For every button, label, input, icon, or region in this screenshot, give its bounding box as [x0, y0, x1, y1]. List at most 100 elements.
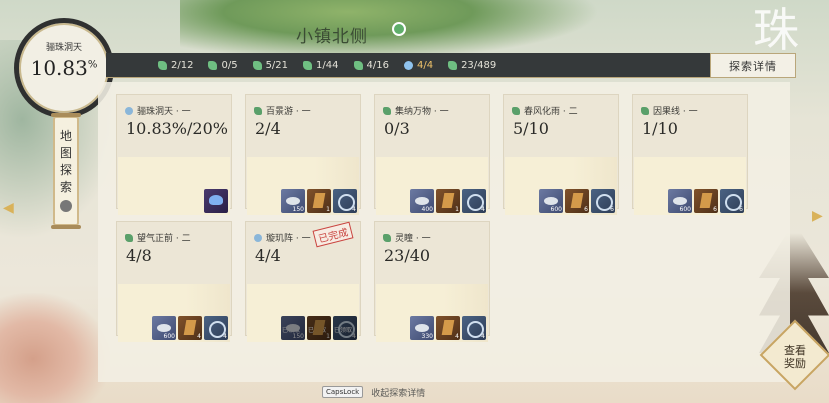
- reward-count: 4: [481, 206, 485, 213]
- exploration-card[interactable]: 春风化雨 · 二 5/10 600 6 6: [503, 94, 619, 215]
- reward-count: 1: [326, 333, 330, 340]
- stat-item: 5/21: [252, 60, 288, 71]
- card-title: 望气正前 · 二: [125, 231, 191, 244]
- book-reward-icon[interactable]: 1: [436, 189, 460, 213]
- footer-hint[interactable]: CapsLock 收起探索详情: [322, 384, 472, 400]
- book-reward-icon[interactable]: 已领取 1: [307, 316, 331, 340]
- coin-reward-icon[interactable]: 6: [720, 189, 744, 213]
- collapse-details-label[interactable]: 收起探索详情: [371, 386, 425, 399]
- category-icon: [383, 233, 391, 242]
- silver-reward-icon[interactable]: 400: [410, 189, 434, 213]
- card-title: 骊珠洞天 · 一: [125, 104, 191, 117]
- coin-reward-icon[interactable]: 4: [462, 189, 486, 213]
- exploration-card[interactable]: 望气正前 · 二 4/8 600 4 4: [116, 221, 232, 342]
- card-progress: 10.83%/20%: [126, 119, 228, 138]
- reward-count: 1: [326, 206, 330, 213]
- reward-list: [204, 189, 228, 213]
- reward-count: 150: [292, 333, 304, 340]
- leaf-icon: [208, 60, 218, 70]
- explore-details-button[interactable]: 探索详情: [710, 53, 796, 78]
- reward-count: 600: [163, 333, 175, 340]
- category-icon: [125, 106, 133, 115]
- card-progress: 5/10: [513, 119, 549, 138]
- scroll-character: 探: [59, 163, 72, 177]
- card-progress: 0/3: [384, 119, 410, 138]
- right-arrow-icon[interactable]: ▶: [812, 208, 824, 224]
- reward-count: 6: [739, 206, 743, 213]
- background-character: 珠: [753, 3, 799, 57]
- completed-stamp: 已完成: [312, 221, 354, 248]
- reward-count: 600: [679, 206, 691, 213]
- reward-list: 600 4 4: [152, 316, 228, 340]
- book-reward-icon[interactable]: 4: [178, 316, 202, 340]
- card-progress: 2/4: [255, 119, 281, 138]
- scroll-character: 索: [59, 180, 72, 194]
- claimed-label: 已领取: [334, 327, 353, 334]
- coin-reward-icon[interactable]: 已领取 4: [333, 316, 357, 340]
- scroll-character: 图: [59, 146, 72, 160]
- book-reward-icon[interactable]: 1: [307, 189, 331, 213]
- map-background: [180, 0, 600, 60]
- card-title: 春风化雨 · 二: [512, 104, 578, 117]
- stat-item: 23/489: [448, 60, 496, 71]
- map-explore-scroll[interactable]: 地图探索: [51, 113, 81, 229]
- gem-reward-icon[interactable]: [204, 189, 228, 213]
- reward-list: 600 6 6: [539, 189, 615, 213]
- left-arrow-icon[interactable]: ◀: [3, 200, 15, 216]
- reward-count: 6: [713, 206, 717, 213]
- reward-count: 4: [223, 333, 227, 340]
- leaf-icon: [158, 60, 167, 70]
- category-icon: [383, 106, 391, 115]
- silver-reward-icon[interactable]: 150: [281, 189, 305, 213]
- card-title: 因果线 · 一: [641, 104, 698, 117]
- card-title: 璇玑阵 · 一: [254, 231, 311, 244]
- silver-reward-icon[interactable]: 330: [410, 316, 434, 340]
- coin-reward-icon[interactable]: 4: [204, 316, 228, 340]
- silver-reward-icon[interactable]: 600: [539, 189, 563, 213]
- stats-bar: 2/12 0/5 5/21 1/44 4/16 4/4 23/489: [106, 53, 796, 78]
- card-title: 集纳万物 · 一: [383, 104, 449, 117]
- reward-count: 150: [292, 206, 304, 213]
- orb-icon: [403, 60, 413, 70]
- exploration-card[interactable]: 集纳万物 · 一 0/3 400 1 4: [374, 94, 490, 215]
- stat-item: 2/12: [158, 60, 193, 71]
- reward-count: 4: [455, 333, 459, 340]
- exploration-card[interactable]: 璇玑阵 · 一 4/4 已完成 已领取 150 已领取 1 已领取 4: [245, 221, 361, 342]
- reward-count: 400: [421, 206, 433, 213]
- exploration-card[interactable]: 灵瞳 · 一 23/40 330 4 4: [374, 221, 490, 342]
- category-icon: [512, 106, 520, 115]
- view-rewards-label[interactable]: 查看 奖励: [776, 344, 814, 370]
- coin-reward-icon[interactable]: 4: [333, 189, 357, 213]
- capslock-key[interactable]: CapsLock: [322, 386, 364, 398]
- leaf-icon: [252, 60, 262, 70]
- card-title: 灵瞳 · 一: [383, 231, 431, 244]
- category-icon: [254, 106, 262, 115]
- card-progress: 23/40: [384, 246, 431, 265]
- book-reward-icon[interactable]: 4: [436, 316, 460, 340]
- scroll-toggle-icon[interactable]: [60, 200, 72, 212]
- stat-item: 0/5: [208, 60, 238, 71]
- silver-reward-icon[interactable]: 600: [668, 189, 692, 213]
- book-reward-icon[interactable]: 6: [565, 189, 589, 213]
- card-progress: 4/4: [255, 246, 281, 265]
- silver-reward-icon[interactable]: 已领取 150: [281, 316, 305, 340]
- reward-count: 600: [550, 206, 562, 213]
- reward-count: 4: [352, 206, 356, 213]
- category-icon: [125, 233, 133, 242]
- reward-count: 330: [421, 333, 433, 340]
- scroll-character: 地: [59, 129, 72, 143]
- reward-count: 4: [197, 333, 201, 340]
- exploration-card[interactable]: 骊珠洞天 · 一 10.83%/20%: [116, 94, 232, 215]
- silver-reward-icon[interactable]: 600: [152, 316, 176, 340]
- book-reward-icon[interactable]: 6: [694, 189, 718, 213]
- reward-list: 已领取 150 已领取 1 已领取 4: [281, 316, 357, 340]
- coin-reward-icon[interactable]: 6: [591, 189, 615, 213]
- exploration-card[interactable]: 百景游 · 一 2/4 150 1 4: [245, 94, 361, 215]
- card-title: 百景游 · 一: [254, 104, 311, 117]
- reward-list: 600 6 6: [668, 189, 744, 213]
- coin-reward-icon[interactable]: 4: [462, 316, 486, 340]
- map-pin-icon[interactable]: [392, 22, 406, 36]
- badge-percentage: 10.83%: [30, 56, 98, 80]
- claimed-label: 已领取: [308, 327, 327, 334]
- exploration-card[interactable]: 因果线 · 一 1/10 600 6 6: [632, 94, 748, 215]
